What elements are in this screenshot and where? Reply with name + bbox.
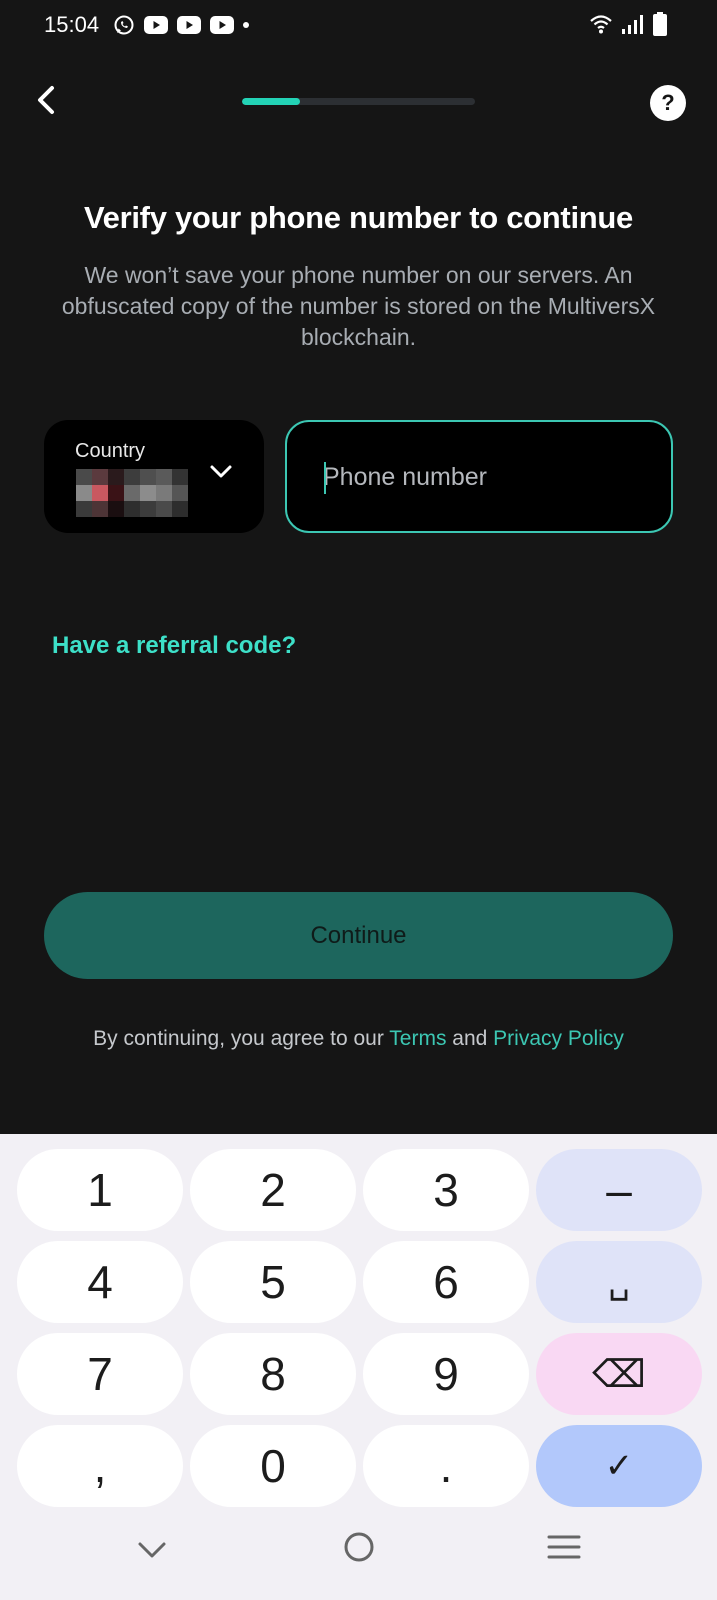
notification-icons [113, 14, 249, 36]
page-subtitle: We won’t save your phone number on our s… [61, 262, 656, 350]
key-6[interactable]: 6 [363, 1241, 529, 1323]
nav-back-chevron-icon[interactable] [136, 1538, 168, 1562]
back-button[interactable] [26, 80, 66, 120]
key-dash[interactable]: – [536, 1149, 702, 1231]
youtube-icon [177, 16, 201, 34]
page-title: Verify your phone number to continue [84, 200, 633, 235]
country-select[interactable]: Country [44, 420, 264, 533]
question-icon: ? [655, 90, 675, 117]
agreement-text: By continuing, you agree to our Terms an… [0, 1027, 717, 1051]
phone-number-input[interactable] [323, 460, 643, 494]
progress-fill [242, 98, 301, 105]
key-7[interactable]: 7 [17, 1333, 183, 1415]
key-4[interactable]: 4 [17, 1241, 183, 1323]
battery-icon [653, 12, 667, 36]
system-icons [589, 12, 667, 36]
whatsapp-icon [114, 15, 134, 35]
key-backspace[interactable]: ⌫ [536, 1333, 702, 1415]
key-8[interactable]: 8 [190, 1333, 356, 1415]
pixelated-flag-icon [76, 469, 188, 517]
text-caret [324, 462, 326, 494]
country-label: Country [75, 440, 146, 462]
onboarding-progress [242, 98, 475, 105]
key-0[interactable]: 0 [190, 1425, 356, 1507]
signal-icon [622, 15, 643, 34]
svg-text:?: ? [661, 90, 674, 115]
system-nav-bar [0, 1520, 717, 1600]
key-space[interactable]: ␣ [536, 1241, 702, 1323]
key-done[interactable]: ✓ [536, 1425, 702, 1507]
status-time: 15:04 [44, 12, 100, 37]
nav-home-icon[interactable] [342, 1530, 376, 1564]
help-button[interactable]: ? [650, 85, 686, 121]
referral-code-link[interactable]: Have a referral code? [52, 632, 296, 660]
agreement-prefix: By continuing, you agree to our [93, 1027, 390, 1050]
continue-button[interactable]: Continue [44, 892, 673, 979]
terms-link[interactable]: Terms [389, 1027, 446, 1050]
youtube-icon [144, 16, 168, 34]
privacy-policy-link[interactable]: Privacy Policy [493, 1027, 624, 1050]
key-comma[interactable]: , [17, 1425, 183, 1507]
nav-menu-icon[interactable] [547, 1532, 581, 1562]
dot-icon [243, 22, 249, 28]
key-3[interactable]: 3 [363, 1149, 529, 1231]
key-1[interactable]: 1 [17, 1149, 183, 1231]
key-period[interactable]: . [363, 1425, 529, 1507]
key-2[interactable]: 2 [190, 1149, 356, 1231]
chevron-down-icon [210, 465, 232, 478]
phone-input-field[interactable] [285, 420, 673, 533]
chevron-left-icon [38, 86, 54, 114]
wifi-icon [590, 15, 612, 34]
key-9[interactable]: 9 [363, 1333, 529, 1415]
agreement-middle: and [446, 1027, 494, 1050]
key-5[interactable]: 5 [190, 1241, 356, 1323]
youtube-icon [210, 16, 234, 34]
status-bar: 15:04 [0, 0, 717, 52]
